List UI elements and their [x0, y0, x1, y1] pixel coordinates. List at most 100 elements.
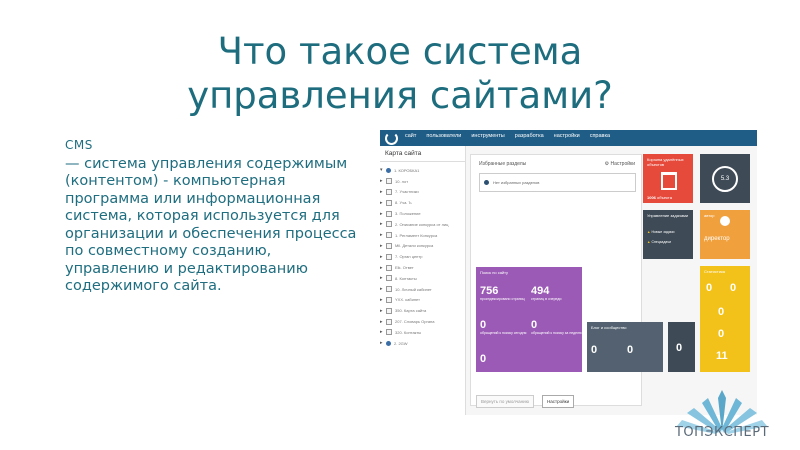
checkbox[interactable]	[386, 178, 392, 185]
tree-item-label: Elk. Ответ	[395, 265, 414, 271]
warning-icon: ▲	[647, 240, 651, 244]
stat-value-5: 11	[716, 350, 728, 362]
version-badge: 5.3	[712, 166, 738, 192]
version-tile[interactable]: 5.3	[700, 154, 750, 203]
tree-item[interactable]: ▸ 350. Карта сайта	[380, 305, 465, 316]
checkbox[interactable]	[386, 275, 392, 282]
blog-value-1: 0	[591, 344, 598, 356]
tree-item[interactable]: ▸ YXX. кабинет	[380, 295, 465, 306]
blog-tile[interactable]: Блог и сообщество 0 0	[587, 322, 663, 372]
favorites-settings-link[interactable]: ⚙ Настройки	[605, 161, 635, 167]
power-icon[interactable]	[385, 132, 398, 145]
admin-topbar: сайт пользователи инструменты разработка нас…	[380, 130, 757, 146]
globe-icon	[386, 167, 391, 173]
tree-item[interactable]: ▸ 10. лот	[380, 176, 465, 187]
favorites-empty-box: Нет избранных разделов	[479, 173, 636, 192]
tree-item-label: 7. Участники	[395, 189, 419, 195]
menu-item[interactable]: инструменты	[471, 133, 504, 139]
tree-item-label: 1. Регламент Конкурса	[395, 232, 438, 238]
stat-queue: 494 страниц в очереди	[531, 285, 562, 301]
tree-item[interactable]: ▸ 7. Орган центр	[380, 251, 465, 262]
stat-value-2: 0	[730, 282, 737, 294]
checkbox[interactable]	[386, 264, 392, 271]
tree-item-label: Mil. Детали конкурса	[395, 243, 434, 249]
menu-item[interactable]: сайт	[405, 133, 416, 139]
cms-label: CMS	[65, 138, 93, 152]
search-stats-tile[interactable]: Поиск по сайту 756 проиндексировано стран…	[476, 267, 582, 372]
tree-item[interactable]: ▸ 1. Регламент Конкурса	[380, 230, 465, 241]
cms-screenshot: сайт пользователи инструменты разработка нас…	[380, 130, 757, 415]
definition-block: CMS — система управления содержимым (кон…	[65, 137, 365, 296]
tree-item-label: 8. Уча. Ъ	[395, 200, 412, 206]
statistics-tile[interactable]: Статистика 0 0 0 0 11	[700, 266, 750, 372]
tree-item[interactable]: ▸ 7. Участники	[380, 187, 465, 198]
favorites-title: Избранные разделы	[479, 161, 527, 167]
trash-count: 1006 объекта	[647, 195, 672, 200]
dashboard-buttons: Вернуть по умолчанию Настройки	[476, 395, 575, 408]
restore-defaults-button[interactable]: Вернуть по умолчанию	[476, 395, 535, 408]
blog-title: Блог и сообщество	[591, 325, 627, 330]
tasks-title: Управление задачами	[647, 213, 689, 218]
checkbox[interactable]	[386, 307, 392, 314]
tree-item[interactable]: ▸ Mil. Детали конкурса	[380, 241, 465, 252]
tree-item[interactable]: ▸ 320. Контакты	[380, 327, 465, 338]
tree-item[interactable]: ▸ 2. 2GW	[380, 338, 465, 349]
checkbox[interactable]	[386, 242, 392, 249]
tree-item-label: 350. Карта сайта	[395, 308, 427, 314]
title-line-1: Что такое система	[217, 30, 583, 73]
tree-item-label: 2. Описание конкурса от лиц	[395, 221, 449, 227]
menu-item[interactable]: справка	[590, 133, 610, 139]
blog-value-2: 0	[627, 344, 634, 356]
tree-item-label: 10. лот	[395, 178, 409, 184]
stat-week: 0 обращений к поиску за неделю	[531, 319, 582, 335]
tree-item-label: 1. КОРОБКА1	[394, 167, 420, 173]
menu-item[interactable]: разработка	[515, 133, 544, 139]
tree-item[interactable]: ▸ 2. Описание конкурса от лиц	[380, 219, 465, 230]
trash-icon	[661, 172, 677, 190]
stat-indexed: 756 проиндексировано страниц	[480, 285, 525, 301]
tree-item-label: 3. Положение	[395, 211, 421, 217]
stat-value-1: 0	[706, 282, 713, 294]
menu-item[interactable]: настройки	[554, 133, 580, 139]
menu-item[interactable]: пользователи	[426, 133, 461, 139]
tree-item[interactable]: ▸ 10. Личный кабинет	[380, 284, 465, 295]
tree-item-label: 7. Орган центр	[395, 254, 423, 260]
sidebar-title: Карта сайта	[380, 146, 465, 162]
stat-value-4: 0	[718, 328, 725, 340]
tree-item-label: 2. 2GW	[394, 340, 408, 346]
tree-item[interactable]: ▸ 3. Положение	[380, 208, 465, 219]
title-line-2: управления сайтами?	[187, 74, 613, 117]
checkbox[interactable]	[386, 232, 392, 239]
author-name: директор	[704, 236, 730, 242]
slide-title: Что такое система управления сайтами?	[0, 30, 800, 118]
checkbox[interactable]	[386, 253, 392, 260]
tree-item[interactable]: ▸ 8. Контакты	[380, 273, 465, 284]
settings-button[interactable]: Настройки	[542, 395, 575, 408]
checkbox[interactable]	[386, 210, 392, 217]
warning-icon: ▲	[647, 230, 651, 234]
checkbox[interactable]	[386, 296, 392, 303]
tree-item[interactable]: ▸ 207. Словарь Органа	[380, 316, 465, 327]
globe-icon	[386, 340, 391, 346]
tree-item[interactable]: ▾ 1. КОРОБКА1	[380, 165, 465, 176]
checkbox[interactable]	[386, 199, 392, 206]
tasks-tile[interactable]: Управление задачами ▲ Новые задачи ▲ Спе…	[643, 210, 693, 259]
tree-item-label: YXX. кабинет	[395, 297, 420, 303]
misc-tile[interactable]: 0	[668, 322, 695, 372]
brand-name: ТОПЭКСПЕРТ	[674, 425, 770, 440]
user-icon	[720, 216, 730, 226]
search-stats-title: Поиск по сайту	[480, 270, 509, 275]
cms-definition: — система управления содержимым (контент…	[65, 155, 357, 295]
tree-item[interactable]: ▸ Elk. Ответ	[380, 262, 465, 273]
site-map-sidebar: Карта сайта ▾ 1. КОРОБКА1 ▸ 10. лот ▸ 7. Учас…	[380, 146, 466, 415]
checkbox[interactable]	[386, 329, 392, 336]
author-tile[interactable]: автор директор	[700, 210, 750, 259]
trash-tile[interactable]: Корзина удалённых объектов 1006 объекта	[643, 154, 693, 203]
checkbox[interactable]	[386, 286, 392, 293]
tree-item-label: 320. Контакты	[395, 329, 422, 335]
checkbox[interactable]	[386, 221, 392, 228]
checkbox[interactable]	[386, 188, 392, 195]
stat-today: 0 обращений к поиску сегодня	[480, 319, 527, 335]
checkbox[interactable]	[386, 318, 392, 325]
tree-item[interactable]: ▸ 8. Уча. Ъ	[380, 197, 465, 208]
